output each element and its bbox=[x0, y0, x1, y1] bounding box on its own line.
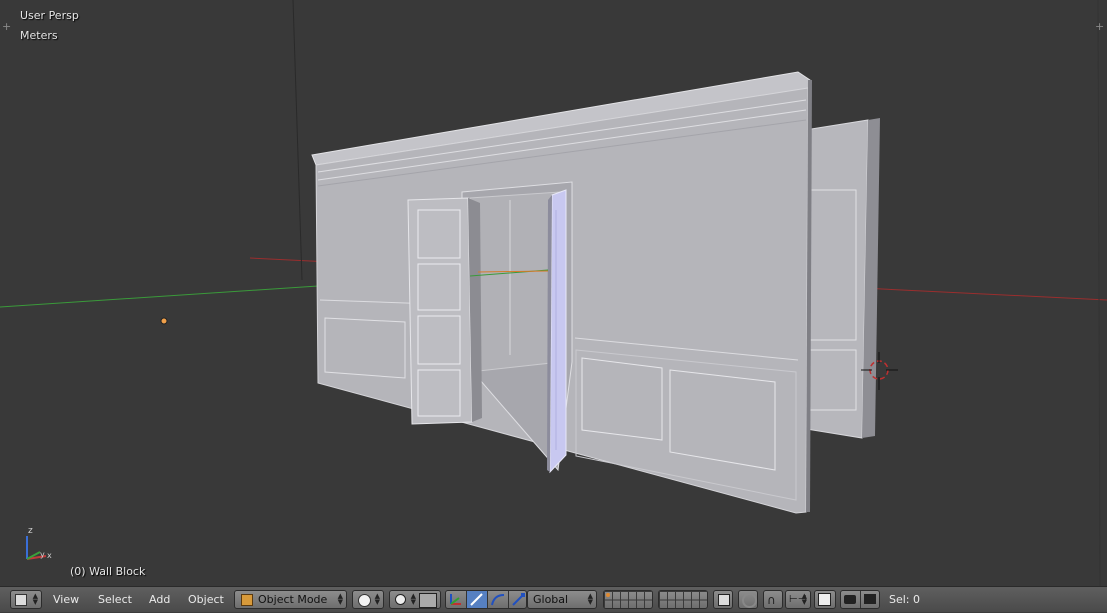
snap-target-icon bbox=[818, 593, 831, 606]
left-door-mesh[interactable] bbox=[407, 197, 482, 425]
viewport-header: ▲ ▼ View Select Add Object Object Mode ▲ ▼… bbox=[0, 586, 1107, 612]
proportional-edit-button[interactable] bbox=[738, 590, 758, 609]
properties-toggle-icon[interactable]: + bbox=[1095, 21, 1104, 32]
lock-icon bbox=[718, 594, 730, 606]
cube-icon bbox=[241, 594, 253, 606]
gizmo-z-label: z bbox=[28, 526, 33, 536]
layers-block-2[interactable] bbox=[658, 590, 708, 609]
menu-select[interactable]: Select bbox=[98, 590, 132, 609]
viewport-shading-icon bbox=[358, 594, 371, 607]
pivot-point-button[interactable]: ▲ ▼ bbox=[389, 590, 441, 609]
manipulator-icon[interactable] bbox=[419, 593, 437, 608]
editor-type-button[interactable]: ▲ ▼ bbox=[10, 590, 42, 609]
toolshelf-toggle-icon[interactable]: + bbox=[2, 21, 11, 32]
units-label: Meters bbox=[20, 29, 58, 42]
rotate-icon[interactable] bbox=[467, 591, 488, 608]
orientation-dropdown[interactable]: Global ▲ ▼ bbox=[527, 590, 597, 609]
snap-icon: ∩ bbox=[767, 593, 776, 607]
orientation-label: Global bbox=[533, 593, 569, 606]
transform-manipulators bbox=[445, 590, 527, 609]
snap-element-dropdown[interactable]: ⊢⊣ ▲ ▼ bbox=[785, 590, 811, 609]
z-axis-line bbox=[292, 0, 303, 281]
pivot-icon bbox=[395, 594, 406, 605]
translate-icon[interactable] bbox=[446, 591, 467, 608]
layers-icon bbox=[604, 591, 652, 608]
gizmo-x-label: x bbox=[47, 551, 52, 560]
anim-render-icon[interactable] bbox=[861, 591, 880, 608]
snap-target-button[interactable] bbox=[814, 590, 836, 609]
view-name-label: User Persp bbox=[20, 9, 79, 22]
mode-label: Object Mode bbox=[258, 593, 328, 606]
object-origin-dot bbox=[160, 317, 168, 325]
scale-icon[interactable] bbox=[488, 591, 509, 608]
right-door-mesh[interactable] bbox=[547, 189, 567, 474]
proportional-edit-icon bbox=[742, 593, 757, 608]
viewport-shading-button[interactable]: ▲ ▼ bbox=[352, 590, 384, 609]
menu-view[interactable]: View bbox=[53, 590, 79, 609]
editor-type-icon bbox=[15, 594, 27, 606]
viewport-border-line bbox=[1097, 0, 1101, 586]
menu-object[interactable]: Object bbox=[188, 590, 224, 609]
render-buttons bbox=[840, 590, 880, 609]
back-wall-mesh[interactable] bbox=[799, 118, 880, 439]
snap-toggle-button[interactable]: ∩ bbox=[763, 590, 783, 609]
scene-canvas[interactable]: z y x bbox=[0, 0, 1107, 586]
transform-extra-icon[interactable] bbox=[509, 591, 529, 608]
menu-add[interactable]: Add bbox=[149, 590, 170, 609]
layers-block-1[interactable] bbox=[603, 590, 653, 609]
axis-gizmo: z y x bbox=[26, 526, 52, 560]
3d-viewport[interactable]: z y x User Persp Meters (0) Wall Block +… bbox=[0, 0, 1107, 586]
mode-dropdown[interactable]: Object Mode ▲ ▼ bbox=[234, 590, 347, 609]
active-object-label: (0) Wall Block bbox=[70, 565, 146, 578]
lock-layers-button[interactable] bbox=[713, 590, 733, 609]
selection-count: Sel: 0 bbox=[889, 593, 921, 606]
render-icon[interactable] bbox=[841, 591, 861, 608]
gizmo-y-label: y bbox=[40, 550, 45, 559]
